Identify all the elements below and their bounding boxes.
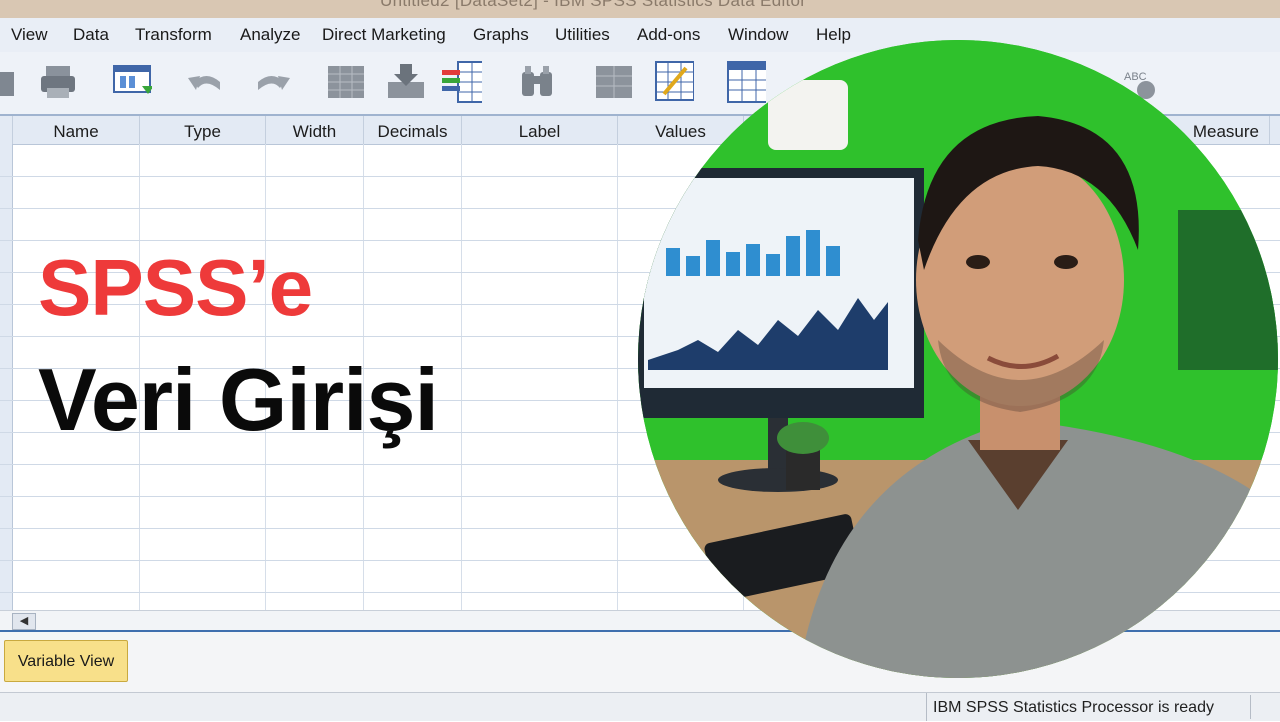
tab-variable-view[interactable]: Variable View — [4, 640, 128, 682]
title-bar: Untitled2 [DataSet2] - IBM SPSS Statisti… — [0, 0, 1280, 18]
goto-case-icon[interactable] — [326, 62, 366, 102]
column-header-width[interactable]: Width — [266, 116, 364, 144]
status-divider — [1250, 695, 1251, 719]
headline-line-1: SPSS’e — [38, 243, 313, 332]
insert-cases-icon[interactable] — [384, 62, 424, 102]
redo-icon[interactable] — [252, 62, 292, 102]
scroll-left-icon[interactable]: ◀ — [12, 613, 36, 630]
menu-window[interactable]: Window — [728, 25, 788, 45]
grid-column-divider — [617, 144, 618, 610]
column-header-measure-label: Measure — [1192, 122, 1259, 141]
menu-add-ons[interactable]: Add-ons — [637, 25, 700, 45]
spell-check-label: ABC — [1124, 71, 1147, 83]
menu-direct-marketing[interactable]: Direct Marketing — [322, 25, 446, 45]
print-icon[interactable] — [38, 62, 78, 102]
menu-utilities[interactable]: Utilities — [555, 25, 610, 45]
split-file-icon[interactable] — [594, 62, 634, 102]
row-header-corner — [0, 116, 13, 144]
menu-bar: View Data Transform Analyze Direct Marke… — [0, 18, 1280, 53]
value-labels-icon[interactable] — [726, 61, 766, 103]
row-number-strip — [0, 144, 13, 610]
plant-pot — [786, 450, 820, 490]
open-icon[interactable] — [0, 62, 18, 102]
menu-data[interactable]: Data — [73, 25, 109, 45]
window-title: Untitled2 [DataSet2] - IBM SPSS Statisti… — [380, 0, 807, 10]
menu-transform[interactable]: Transform — [135, 25, 212, 45]
column-header-type[interactable]: Type — [140, 116, 266, 144]
weight-cases-icon[interactable] — [654, 61, 694, 102]
column-header-label[interactable]: Label — [462, 116, 618, 144]
grid-column-divider — [461, 144, 462, 610]
column-header-name[interactable]: Name — [13, 116, 140, 144]
status-text: IBM SPSS Statistics Processor is ready — [926, 693, 1214, 721]
undo-icon[interactable] — [186, 62, 226, 102]
menu-help[interactable]: Help — [816, 25, 851, 45]
menu-analyze[interactable]: Analyze — [240, 25, 300, 45]
dialog-recall-icon[interactable] — [112, 62, 152, 102]
headline-line-2: Veri Girişi — [38, 350, 439, 449]
menu-graphs[interactable]: Graphs — [473, 25, 529, 45]
column-header-decimals[interactable]: Decimals — [364, 116, 462, 144]
presenter-photo — [638, 40, 1278, 678]
menu-view[interactable]: View — [11, 25, 48, 45]
insert-variable-icon[interactable] — [442, 61, 482, 103]
find-icon[interactable] — [518, 62, 558, 102]
plant-leaves — [777, 422, 829, 454]
status-bar: IBM SPSS Statistics Processor is ready — [0, 692, 1280, 721]
